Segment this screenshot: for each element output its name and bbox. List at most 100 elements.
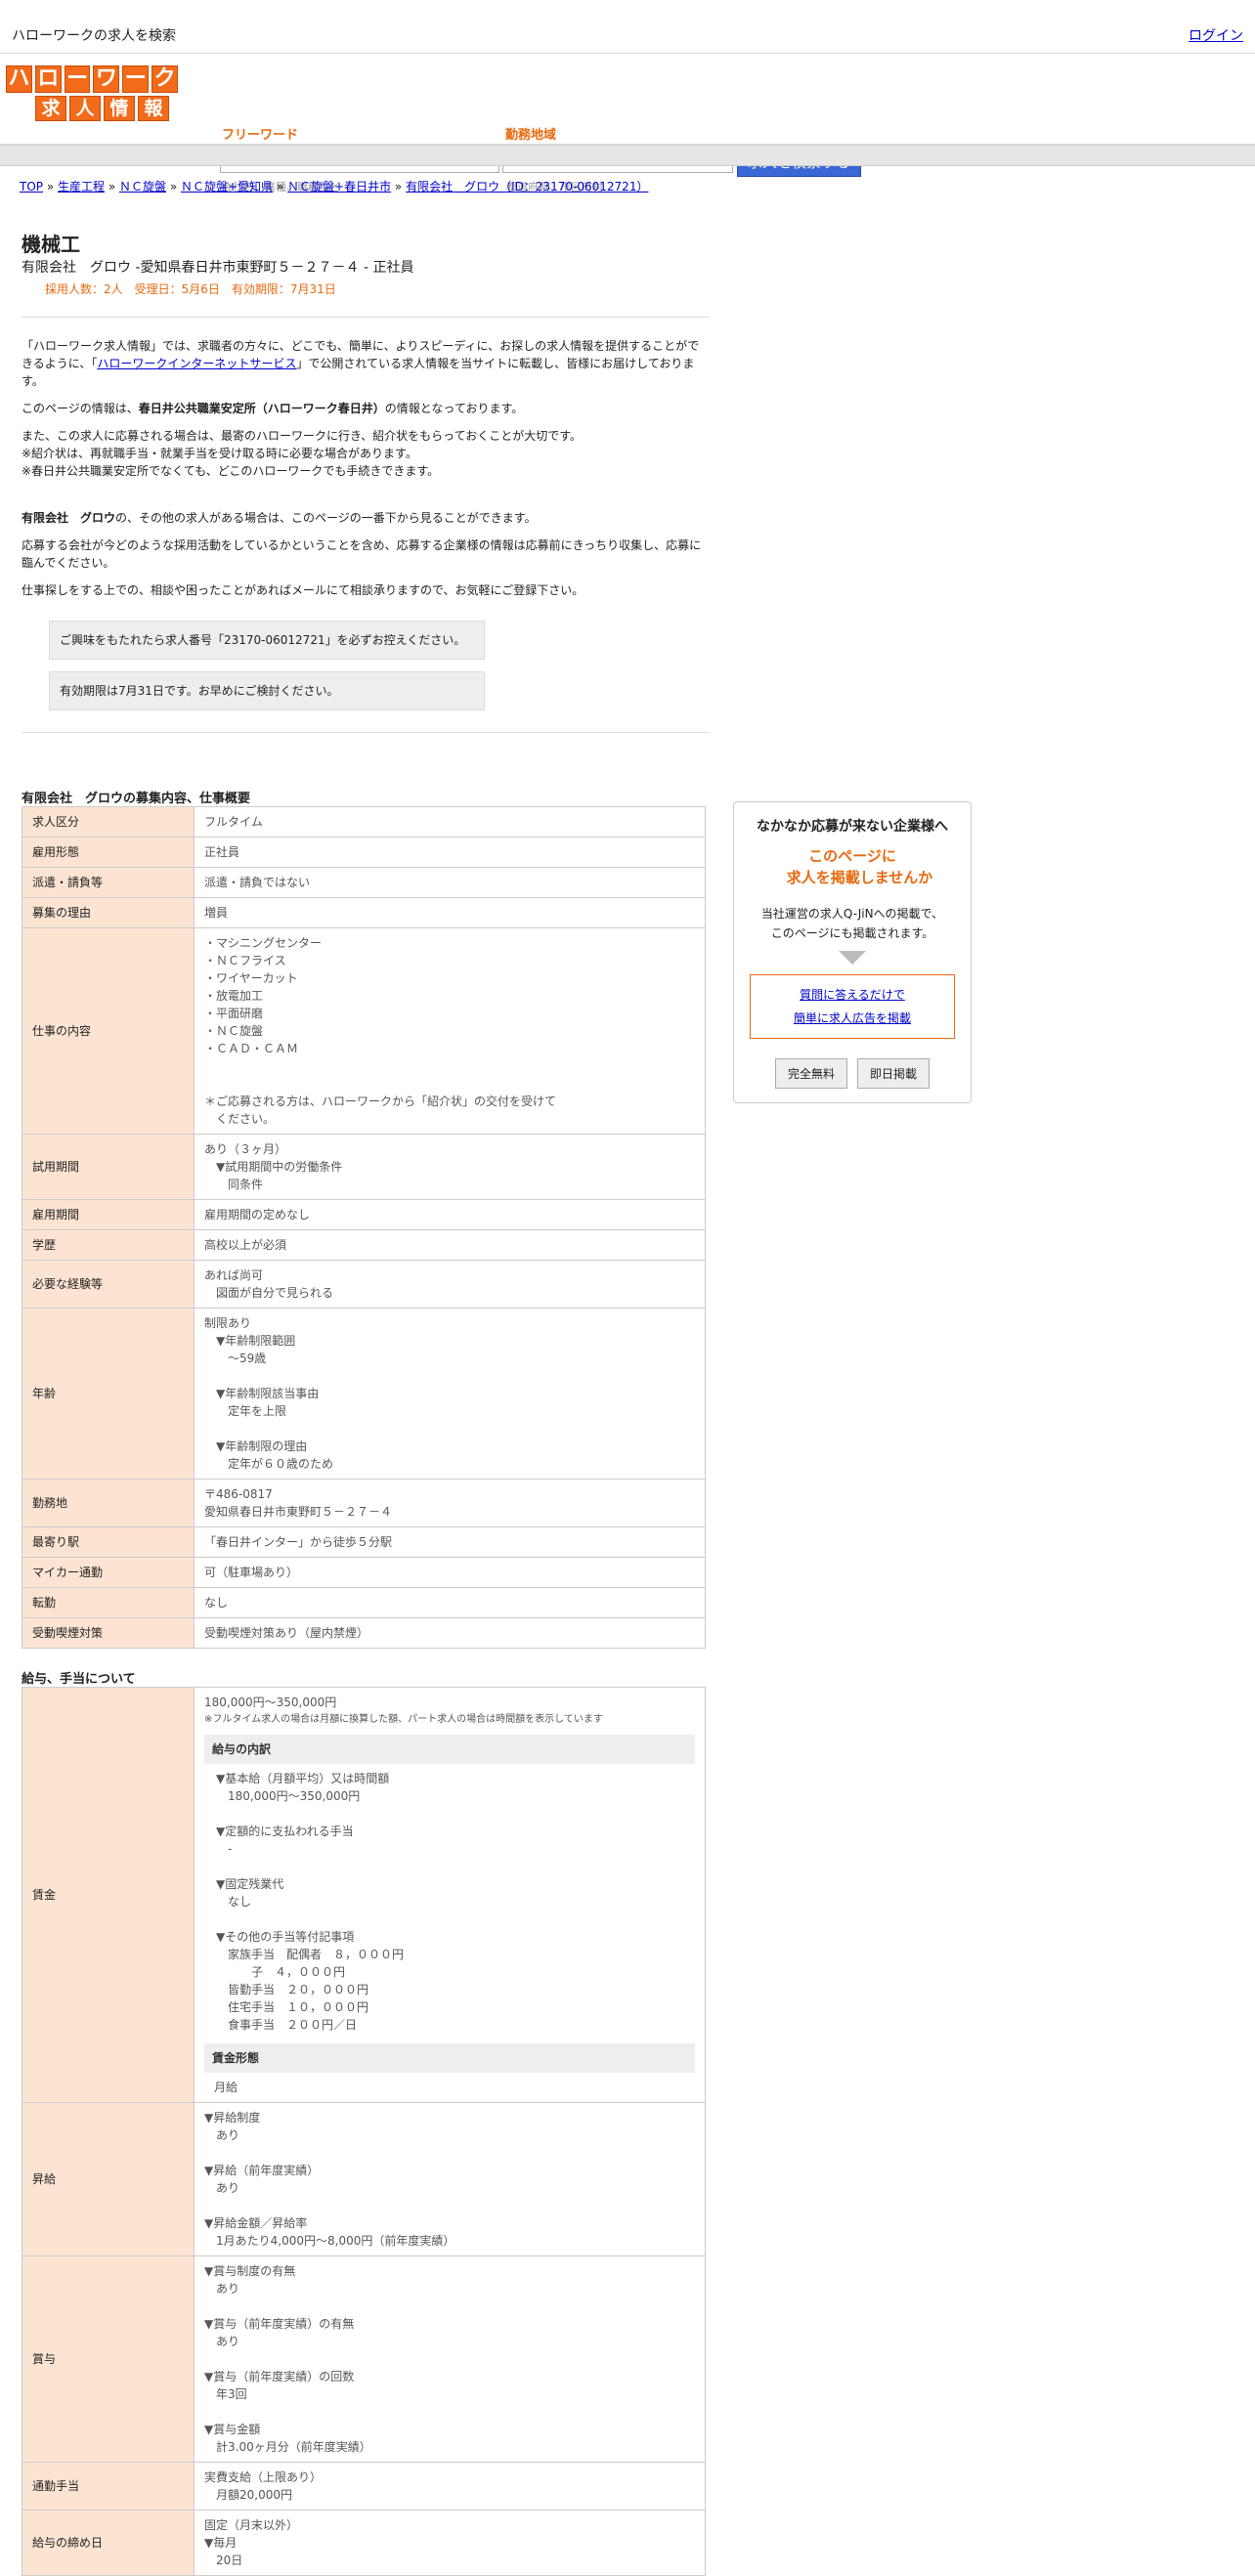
salary-table: 賃金 180,000円〜350,000円 ※フルタイム求人の場合は月額に換算した… bbox=[22, 1687, 706, 2576]
table-row: 求人区分 フルタイム bbox=[22, 806, 706, 837]
job-subtitle: 有限会社 グロウ -愛知県春日井市東野町５－２７－４ - 正社員 bbox=[22, 260, 414, 276]
row-label: マイカー通勤 bbox=[22, 1557, 195, 1588]
row-value: 受動喫煙対策あり（屋内禁煙） bbox=[194, 1617, 706, 1649]
table-row: 必要な経験等 あれば尚可 図面が自分で見られる bbox=[22, 1260, 706, 1309]
same-day-button[interactable]: 即日掲載 bbox=[857, 1058, 930, 1089]
row-value: 雇用期間の定めなし bbox=[194, 1199, 706, 1230]
intro-paragraph-4: 有限会社 グロウの、その他の求人がある場合は、このページの一番下から見ることがで… bbox=[22, 511, 537, 525]
table-row: 募集の理由 増員 bbox=[22, 897, 706, 928]
table-row: 昇給 ▼昇給制度 あり ▼昇給（前年度実績） あり ▼昇給金額／昇給率 1月あたり… bbox=[22, 2102, 706, 2256]
header: ハローワーク 求人情報 フリーワード 勤務地域 会社名、業種、職種など 都道府県… bbox=[0, 54, 1255, 193]
job-title: 機械工 bbox=[22, 233, 80, 256]
row-value: 制限あり ▼年齢制限範囲 〜59歳 ▼年齢制限該当事由 定年を上限 ▼年齢制限の… bbox=[194, 1308, 706, 1480]
row-value: 高校以上が必須 bbox=[194, 1229, 706, 1261]
row-label: 給与の締め日 bbox=[22, 2510, 195, 2576]
hellowork-service-link[interactable]: ハローワークインターネットサービス bbox=[97, 357, 296, 370]
section-title-salary: 給与、手当について bbox=[22, 1672, 136, 1687]
logo-char: ロ bbox=[34, 65, 62, 93]
row-value: 固定（月末以外） ▼毎月 20日 bbox=[194, 2510, 706, 2576]
row-value: あれば尚可 図面が自分で見られる bbox=[194, 1260, 706, 1309]
job-meta: 採用人数：2人 受理日：5月6日 有効期限：7月31日 bbox=[45, 282, 336, 296]
row-label: 必要な経験等 bbox=[22, 1260, 195, 1309]
table-row: 勤務地 〒486-0817 愛知県春日井市東野町５－２７－４ bbox=[22, 1479, 706, 1527]
table-row: 学歴 高校以上が必須 bbox=[22, 1229, 706, 1261]
advertise-offer: このページに 求人を掲載しませんか bbox=[786, 847, 933, 886]
free-button[interactable]: 完全無料 bbox=[774, 1058, 847, 1089]
intro-paragraph-5: 応募する会社が今どのような採用活動をしているかということを含め、応募する企業様の… bbox=[22, 538, 702, 570]
table-row: 雇用形態 正社員 bbox=[22, 837, 706, 868]
row-label: 通勤手当 bbox=[22, 2462, 195, 2511]
site-logo[interactable]: ハローワーク 求人情報 bbox=[6, 65, 178, 121]
breadcrumb-link[interactable]: 生産工程 bbox=[58, 180, 105, 193]
row-label: 年齢 bbox=[22, 1308, 195, 1480]
site-title: ハローワークの求人を検索 bbox=[12, 28, 176, 44]
table-row: 賞与 ▼賞与制度の有無 あり ▼賞与（前年度実績）の有無 あり ▼賞与（前年度実績… bbox=[22, 2255, 706, 2463]
row-value: フルタイム bbox=[194, 806, 706, 837]
table-row: 転勤 なし bbox=[22, 1587, 706, 1618]
row-value: 「春日井インター」から徒歩５分駅 bbox=[194, 1526, 706, 1558]
advertise-link-box: 質問に答えるだけで 簡単に求人広告を掲載 bbox=[750, 974, 955, 1039]
main-content: 機械工 有限会社 グロウ -愛知県春日井市東野町５－２７－４ - 正社員 採用人… bbox=[22, 229, 710, 2576]
logo-char: ハ bbox=[6, 65, 32, 93]
top-bar: ハローワークの求人を検索 ログイン bbox=[0, 0, 1255, 54]
divider bbox=[22, 317, 710, 318]
intro-paragraph-6: 仕事探しをする上での、相談や困ったことがあればメールにて相談承りますので、お気軽… bbox=[22, 583, 584, 597]
table-row: マイカー通勤 可（駐車場あり） bbox=[22, 1557, 706, 1588]
row-label: 求人区分 bbox=[22, 806, 195, 837]
wage-range: 180,000円〜350,000円 bbox=[204, 1696, 337, 1709]
breakdown-title: 給与の内訳 bbox=[204, 1735, 695, 1764]
row-value: 可（駐車場あり） bbox=[194, 1557, 706, 1588]
breadcrumb-separator: » bbox=[166, 180, 181, 193]
table-row: 雇用期間 雇用期間の定めなし bbox=[22, 1199, 706, 1230]
wage-note: ※フルタイム求人の場合は月額に換算した額、パート求人の場合は時間額を表示していま… bbox=[204, 1714, 603, 1725]
row-value: なし bbox=[194, 1587, 706, 1618]
breadcrumb-link[interactable]: ＮＣ旋盤+春日井市 bbox=[287, 180, 391, 193]
advertise-link-2[interactable]: 簡単に求人広告を掲載 bbox=[794, 1011, 911, 1025]
logo-char: 人 bbox=[69, 96, 101, 121]
row-label: 勤務地 bbox=[22, 1479, 195, 1527]
row-label: 転勤 bbox=[22, 1587, 195, 1618]
area-label: 勤務地域 bbox=[505, 128, 557, 143]
advertise-desc: 当社運営の求人Q-JiNへの掲載で、 このページにも掲載されます。 bbox=[760, 907, 944, 940]
row-label: 賞与 bbox=[22, 2255, 195, 2463]
divider bbox=[22, 732, 710, 733]
row-value: 180,000円〜350,000円 ※フルタイム求人の場合は月額に換算した額、パ… bbox=[194, 1687, 706, 2103]
advertise-link-1[interactable]: 質問に答えるだけで bbox=[800, 988, 905, 1002]
row-label: 雇用形態 bbox=[22, 837, 195, 868]
wage-form-title: 賃金形態 bbox=[204, 2043, 695, 2073]
table-row: 賃金 180,000円〜350,000円 ※フルタイム求人の場合は月額に換算した… bbox=[22, 1687, 706, 2103]
table-row: 試用期間 あり（３ヶ月） ▼試用期間中の労働条件 同条件 bbox=[22, 1134, 706, 1200]
logo-char: ー bbox=[64, 65, 91, 93]
row-value: ▼賞与制度の有無 あり ▼賞与（前年度実績）の有無 あり ▼賞与（前年度実績）の… bbox=[194, 2255, 706, 2463]
row-value: 増員 bbox=[194, 897, 706, 928]
breadcrumb-link[interactable]: ＮＣ旋盤 bbox=[119, 180, 166, 193]
row-label: 試用期間 bbox=[22, 1134, 195, 1200]
breadcrumb-link[interactable]: ＮＣ旋盤+愛知県 bbox=[181, 180, 273, 193]
freeword-label: フリーワード bbox=[222, 128, 299, 143]
logo-char: ー bbox=[122, 65, 150, 93]
breadcrumb-link[interactable]: TOP bbox=[20, 180, 43, 193]
row-label: 仕事の内容 bbox=[22, 927, 195, 1135]
row-label: 学歴 bbox=[22, 1229, 195, 1261]
row-value: 正社員 bbox=[194, 837, 706, 868]
row-label: 受動喫煙対策 bbox=[22, 1617, 195, 1649]
logo-char: 情 bbox=[104, 96, 135, 121]
row-value: 派遣・請負ではない bbox=[194, 867, 706, 898]
row-label: 派遣・請負等 bbox=[22, 867, 195, 898]
row-label: 雇用期間 bbox=[22, 1199, 195, 1230]
intro-paragraph-2: このページの情報は、春日井公共職業安定所（ハローワーク春日井）の情報となっており… bbox=[22, 402, 524, 415]
breadcrumb-separator: » bbox=[273, 180, 288, 193]
login-link[interactable]: ログイン bbox=[1189, 25, 1243, 45]
row-label: 昇給 bbox=[22, 2102, 195, 2256]
divider-bar bbox=[0, 145, 1255, 166]
row-value: ・マシニングセンター ・ＮＣフライス ・ワイヤーカット ・放電加工 ・平面研磨 … bbox=[194, 927, 706, 1135]
table-row: 給与の締め日 固定（月末以外） ▼毎月 20日 bbox=[22, 2510, 706, 2576]
breadcrumb: TOP » 生産工程 » ＮＣ旋盤 » ＮＣ旋盤+愛知県 » ＮＣ旋盤+春日井市… bbox=[20, 178, 648, 194]
table-row: 年齢 制限あり ▼年齢制限範囲 〜59歳 ▼年齢制限該当事由 定年を上限 ▼年齢制… bbox=[22, 1308, 706, 1480]
row-value: 〒486-0817 愛知県春日井市東野町５－２７－４ bbox=[194, 1479, 706, 1527]
breadcrumb-link[interactable]: 有限会社 グロウ（ID：23170-06012721） bbox=[406, 180, 648, 193]
breakdown-body: ▼基本給（月額平均）又は時間額 180,000円〜350,000円 ▼定額的に支… bbox=[216, 1772, 405, 2032]
row-label: 賃金 bbox=[22, 1687, 195, 2103]
logo-char: 求 bbox=[35, 96, 66, 121]
breadcrumb-separator: » bbox=[105, 180, 119, 193]
